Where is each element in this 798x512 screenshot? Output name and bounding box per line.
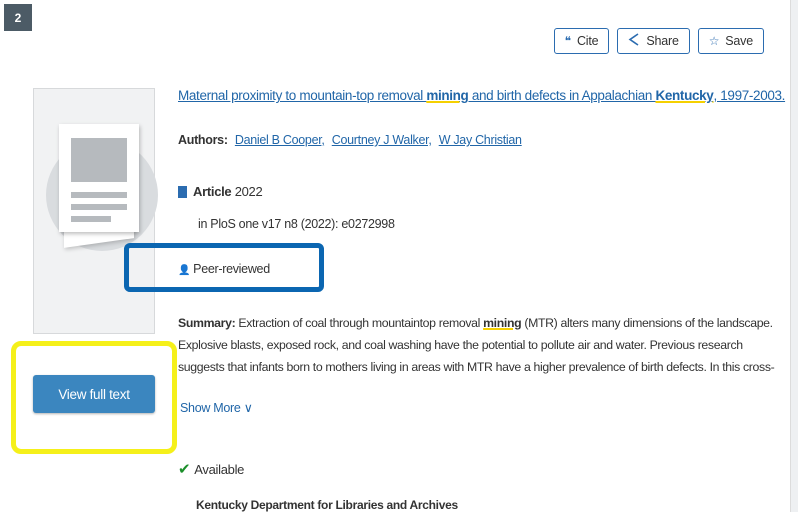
- format-year: 2022: [234, 184, 263, 199]
- format-line: Article 2022: [178, 184, 263, 199]
- search-result-card: 2 ❝ Cite Share ☆ Save View full text Mat…: [0, 0, 791, 512]
- availability-status: ✔ Available: [178, 461, 245, 478]
- document-icon: [59, 124, 139, 232]
- summary-text: Summary: Extraction of coal through moun…: [178, 316, 775, 374]
- summary-label: Summary:: [178, 316, 236, 330]
- authors-line: Authors: Daniel B Cooper, Courtney J Wal…: [178, 133, 522, 147]
- chevron-down-icon: ∨: [243, 401, 253, 415]
- author-link[interactable]: Courtney J Walker,: [332, 133, 432, 147]
- author-link[interactable]: Daniel B Cooper,: [235, 133, 325, 147]
- star-icon: ☆: [708, 34, 720, 48]
- result-number-badge: 2: [4, 4, 32, 31]
- share-button[interactable]: Share: [617, 28, 690, 54]
- quote-icon: ❝: [564, 34, 571, 48]
- annotation-highlight-blue: [124, 243, 324, 292]
- article-icon: [178, 185, 187, 198]
- save-button[interactable]: ☆ Save: [697, 28, 764, 54]
- cite-button[interactable]: ❝ Cite: [553, 28, 610, 54]
- view-full-text-button[interactable]: View full text: [33, 375, 155, 413]
- check-icon: ✔: [178, 461, 191, 478]
- authors-label: Authors:: [178, 133, 228, 147]
- document-thumbnail[interactable]: [33, 88, 158, 334]
- result-title-link[interactable]: Maternal proximity to mountain-top remov…: [178, 88, 785, 103]
- author-link[interactable]: W Jay Christian: [439, 133, 522, 147]
- source-citation: in PloS one v17 n8 (2022): e0272998: [198, 217, 395, 231]
- share-label: Share: [646, 34, 679, 48]
- format-type: Article: [193, 184, 232, 199]
- library-name[interactable]: Kentucky Department for Libraries and Ar…: [196, 498, 458, 512]
- result-actions: ❝ Cite Share ☆ Save: [553, 28, 764, 54]
- cite-label: Cite: [576, 34, 599, 48]
- save-label: Save: [725, 34, 753, 48]
- share-icon: [628, 33, 640, 49]
- show-more-link[interactable]: Show More ∨: [180, 400, 253, 415]
